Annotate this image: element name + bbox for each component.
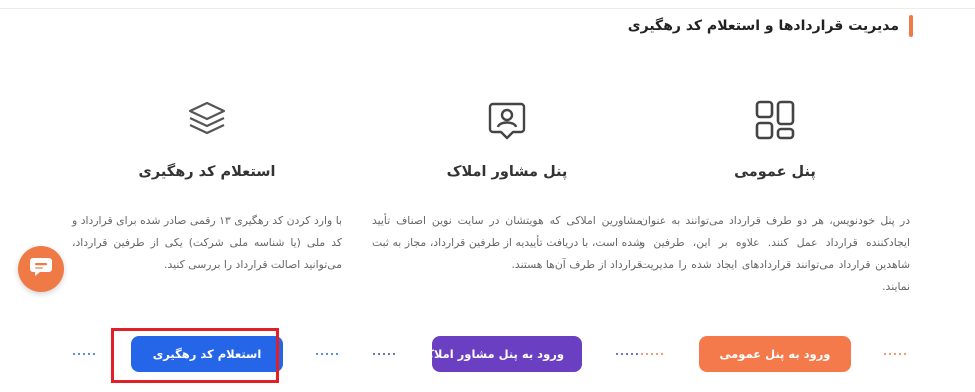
- card-title: پنل مشاور املاک: [446, 164, 568, 180]
- grid-icon: [753, 98, 797, 142]
- dots-right: [616, 353, 641, 355]
- enter-public-panel-button[interactable]: ورود به پنل عمومی: [699, 336, 851, 372]
- card-title: استعلام کد رهگیری: [138, 164, 276, 180]
- card-advisor-panel: پنل مشاور املاک مشاورین املاکی که هویتشا…: [372, 90, 642, 390]
- card-description: در پنل خودنویس، هر دو طرف قرارداد می‌توا…: [640, 214, 910, 293]
- dots-left: [641, 353, 666, 355]
- card-description: مشاورین املاکی که هویتشان در سایت نوین ا…: [372, 214, 642, 271]
- dots-left: [73, 353, 98, 355]
- chat-button[interactable]: [18, 246, 64, 292]
- section-header: مدیریت قراردادها و استعلام کد رهگیری: [628, 15, 913, 37]
- enter-advisor-panel-button[interactable]: ورود به پنل مشاور املاک: [422, 336, 582, 372]
- dots-left: [373, 353, 398, 355]
- section-accent-bar: [909, 15, 913, 37]
- card-description: با وارد کردن کد رهگیری ۱۳ رقمی صادر شده …: [72, 214, 343, 271]
- layers-icon: [185, 98, 229, 142]
- user-badge-icon: [485, 98, 529, 142]
- card-title: پنل عمومی: [734, 164, 816, 180]
- chat-icon: [29, 256, 53, 282]
- card-button-row: ورود به پنل عمومی: [640, 334, 910, 374]
- section-title: مدیریت قراردادها و استعلام کد رهگیری: [627, 18, 899, 34]
- highlight-outline: [111, 328, 279, 383]
- top-divider: [0, 8, 975, 9]
- dots-right: [884, 353, 909, 355]
- dots-right: [316, 353, 341, 355]
- card-button-row: ورود به پنل مشاور املاک: [372, 334, 642, 374]
- card-public-panel: پنل عمومی در پنل خودنویس، هر دو طرف قرار…: [640, 90, 910, 390]
